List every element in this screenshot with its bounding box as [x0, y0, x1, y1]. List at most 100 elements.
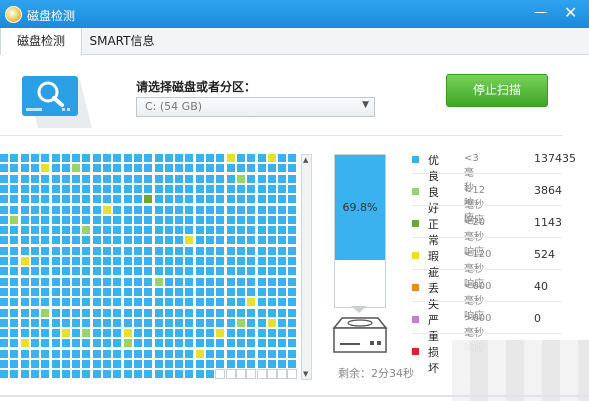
- disk-partition-select[interactable]: C: (54 GB) ▼: [136, 97, 375, 117]
- sector-cell: [72, 339, 80, 347]
- sector-cell: [62, 185, 70, 193]
- sector-cell: [82, 309, 90, 317]
- scroll-down-arrow-icon[interactable]: ▼: [303, 370, 308, 378]
- sector-cell: [93, 164, 101, 172]
- sector-cell: [268, 309, 276, 317]
- sector-cell: [237, 226, 245, 234]
- sector-cell: [185, 278, 193, 286]
- sector-cell: [72, 175, 80, 183]
- sector-cell: [227, 288, 235, 296]
- sector-cell: [185, 175, 193, 183]
- sector-cell: [134, 226, 142, 234]
- sector-cell: [113, 319, 121, 327]
- sector-cell: [268, 216, 276, 224]
- stop-scan-button[interactable]: 停止扫描: [446, 74, 548, 107]
- scroll-up-arrow-icon[interactable]: ▲: [303, 156, 308, 164]
- sector-map-scrollbar[interactable]: ▲ ▼: [301, 154, 312, 380]
- sector-cell: [124, 226, 132, 234]
- sector-cell: [196, 216, 204, 224]
- sector-cell: [247, 288, 255, 296]
- sector-cell: [52, 319, 60, 327]
- sector-cell: [124, 185, 132, 193]
- sector-cell: [31, 257, 39, 265]
- sector-cell: [175, 216, 183, 224]
- sector-cell: [134, 164, 142, 172]
- sector-cell: [165, 175, 173, 183]
- sector-cell: [31, 298, 39, 306]
- sector-cell: [10, 288, 18, 296]
- sector-cell: [124, 195, 132, 203]
- sector-cell: [216, 216, 224, 224]
- sector-cell: [52, 226, 60, 234]
- sector-cell: [288, 257, 296, 265]
- sector-cell: [124, 216, 132, 224]
- sector-cell: [247, 329, 255, 337]
- sector-cell: [31, 309, 39, 317]
- tab-smart-info[interactable]: SMART信息: [82, 28, 162, 54]
- sector-cell: [206, 164, 214, 172]
- legend-count: 137435: [534, 152, 576, 165]
- sector-cell: [216, 257, 224, 265]
- sector-cell: [185, 185, 193, 193]
- sector-cell: [72, 257, 80, 265]
- sector-cell: [0, 247, 8, 255]
- sector-cell: [258, 360, 266, 368]
- sector-cell: [216, 164, 224, 172]
- sector-cell: [62, 278, 70, 286]
- sector-cell: [196, 226, 204, 234]
- sector-cell: [196, 278, 204, 286]
- sector-cell: [93, 288, 101, 296]
- sector-cell: [41, 350, 49, 358]
- sector-cell: [206, 226, 214, 234]
- sector-cell: [196, 206, 204, 214]
- sector-cell: [144, 257, 152, 265]
- sector-cell: [31, 236, 39, 244]
- sector-cell: [237, 216, 245, 224]
- sector-cell: [62, 319, 70, 327]
- sector-cell: [31, 339, 39, 347]
- sector-cell: [31, 247, 39, 255]
- sector-cell: [278, 360, 286, 368]
- sector-cell: [247, 175, 255, 183]
- sector-cell: [165, 185, 173, 193]
- legend-count: 524: [534, 248, 555, 261]
- sector-cell: [10, 236, 18, 244]
- sector-cell: [288, 298, 296, 306]
- sector-cell: [175, 339, 183, 347]
- sector-cell: [93, 329, 101, 337]
- sector-cell: [268, 278, 276, 286]
- sector-cell: [227, 154, 235, 162]
- sector-cell: [124, 329, 132, 337]
- sector-cell: [41, 360, 49, 368]
- sector-cell: [62, 154, 70, 162]
- sector-cell: [62, 164, 70, 172]
- sector-cell: [113, 360, 121, 368]
- sector-cell: [206, 288, 214, 296]
- sector-cell: [196, 185, 204, 193]
- sector-cell: [237, 298, 245, 306]
- sector-cell: [41, 329, 49, 337]
- close-icon[interactable]: ✕: [564, 3, 577, 22]
- sector-cell: [237, 329, 245, 337]
- sector-cell: [0, 154, 8, 162]
- sector-cell: [134, 360, 142, 368]
- sector-cell: [41, 370, 49, 378]
- sector-cell: [0, 236, 8, 244]
- sector-cell: [82, 298, 90, 306]
- sector-cell: [21, 370, 29, 378]
- sector-cell: [10, 350, 18, 358]
- sector-cell: [227, 267, 235, 275]
- sector-cell: [93, 185, 101, 193]
- sector-cell: [165, 257, 173, 265]
- sector-cell: [41, 257, 49, 265]
- sector-cell: [227, 319, 235, 327]
- sector-cell: [124, 288, 132, 296]
- sector-cell: [62, 360, 70, 368]
- sector-cell: [0, 370, 8, 378]
- sector-cell: [227, 164, 235, 172]
- minimize-icon[interactable]: —: [534, 5, 547, 20]
- tab-disk-check[interactable]: 磁盘检测: [0, 28, 82, 55]
- hard-disk-magnifier-icon: [22, 76, 92, 128]
- sector-cell: [124, 360, 132, 368]
- sector-cell: [134, 267, 142, 275]
